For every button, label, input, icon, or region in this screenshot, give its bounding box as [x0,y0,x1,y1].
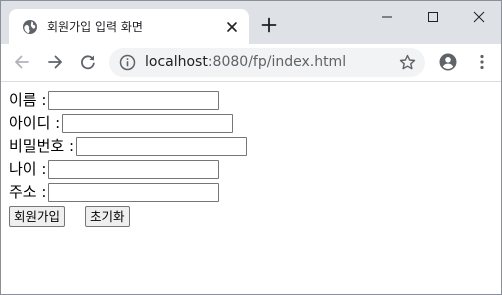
browser-window: 회원가입 입력 화면 localhost:8080/fp/index.html … [0,0,502,295]
reset-button[interactable]: 초기화 [85,206,130,227]
close-icon[interactable] [224,19,240,35]
browser-tab[interactable]: 회원가입 입력 화면 [9,9,249,44]
reload-icon[interactable] [79,53,97,71]
account-icon[interactable] [439,53,457,71]
back-arrow-icon[interactable] [13,53,31,71]
id-input[interactable] [62,113,234,133]
address-label: 주소 : [9,183,47,201]
id-label: 아이디 : [9,114,61,132]
tab-title: 회원가입 입력 화면 [47,20,143,34]
tab-strip: 회원가입 입력 화면 [1,1,501,44]
info-icon[interactable] [119,54,136,71]
url-text[interactable]: localhost:8080/fp/index.html [145,54,346,70]
password-input[interactable] [76,136,248,156]
form-row-name: 이름 : [9,90,220,112]
form-row-address: 주소 : [9,182,220,204]
address-input[interactable] [48,182,220,202]
page-content: 이름 : 아이디 : 비밀번호 : 나이 : 주소 : 회원가입 초기화 [1,82,501,294]
minimize-icon[interactable] [377,7,397,27]
plus-icon[interactable] [261,17,277,33]
form-row-password: 비밀번호 : [9,136,248,158]
signup-button[interactable]: 회원가입 [9,206,66,227]
url-host: localhost [145,54,208,70]
forward-arrow-icon[interactable] [46,53,64,71]
age-label: 나이 : [9,160,47,178]
maximize-icon[interactable] [423,7,443,27]
close-window-icon[interactable] [469,7,489,27]
name-input[interactable] [48,90,220,110]
age-input[interactable] [48,159,220,179]
name-label: 이름 : [9,91,47,109]
star-icon[interactable] [399,54,416,71]
form-row-age: 나이 : [9,159,220,181]
globe-icon [23,20,37,34]
password-label: 비밀번호 : [9,137,75,155]
form-row-id: 아이디 : [9,113,234,135]
address-bar[interactable]: localhost:8080/fp/index.html [109,48,425,77]
url-path: :8080/fp/index.html [207,54,347,70]
browser-toolbar: localhost:8080/fp/index.html [1,44,501,82]
kebab-menu-icon[interactable] [473,53,491,71]
